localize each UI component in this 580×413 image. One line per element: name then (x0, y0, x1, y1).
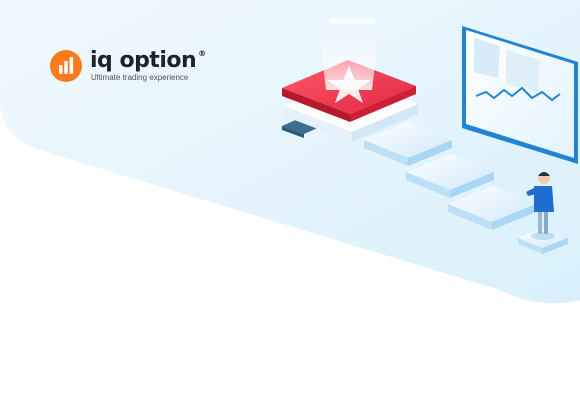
landing-page: iq option ® Ultimate trading experience (0, 0, 580, 413)
bar-chart-icon (50, 50, 82, 82)
brand-name: iq option (90, 48, 197, 73)
brand-wordmark: iq option ® (90, 48, 206, 73)
brand-logo[interactable]: iq option ® Ultimate trading experience (50, 48, 206, 82)
brand-text: iq option ® Ultimate trading experience (90, 48, 206, 82)
registered-mark: ® (198, 49, 206, 58)
brand-tagline: Ultimate trading experience (91, 73, 189, 82)
